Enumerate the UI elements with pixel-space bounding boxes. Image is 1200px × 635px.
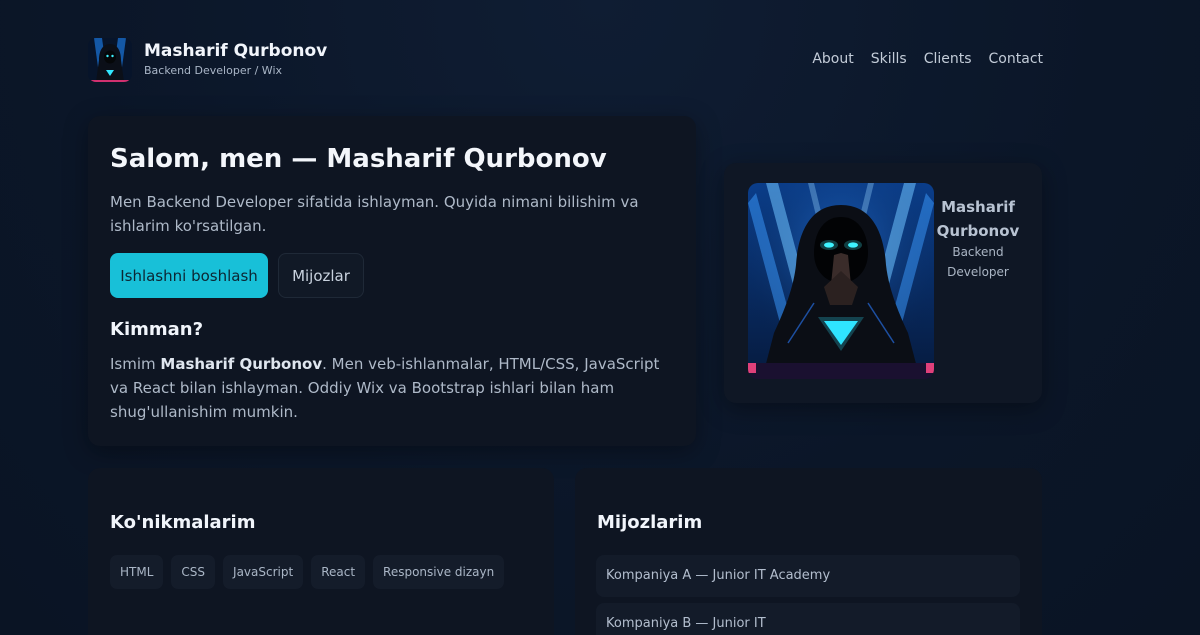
profile-photo: [748, 183, 934, 379]
start-working-button[interactable]: Ishlashni boshlash: [110, 253, 268, 298]
who-am-i-heading: Kimman?: [110, 319, 204, 340]
profile-card: Masharif Qurbonov Backend Developer: [724, 163, 1042, 403]
nav-link-skills[interactable]: Skills: [871, 51, 907, 67]
skill-chip-html: HTML: [110, 555, 164, 589]
skills-title: Ko'nikmalarim: [110, 512, 256, 533]
client-item: Kompaniya B — Junior IT: [596, 603, 1020, 635]
skill-chip-javascript: JavaScript: [223, 555, 304, 589]
nav-link-about[interactable]: About: [812, 51, 853, 67]
clients-button[interactable]: Mijozlar: [278, 253, 364, 298]
brand-name: Masharif Qurbonov: [144, 41, 328, 61]
hooded-figure-icon: [88, 38, 132, 82]
nav-link-contact[interactable]: Contact: [989, 51, 1043, 67]
clients-title: Mijozlarim: [597, 512, 703, 533]
hooded-hacker-icon: [748, 183, 934, 379]
main-nav: About Skills Clients Contact: [795, 51, 1043, 67]
client-item: Kompaniya A — Junior IT Academy: [596, 555, 1020, 597]
hero-card: Salom, men — Masharif Qurbonov Men Backe…: [88, 116, 696, 446]
page: Masharif Qurbonov Backend Developer / Wi…: [0, 0, 1200, 635]
brand-avatar: [88, 38, 132, 82]
header: Masharif Qurbonov Backend Developer / Wi…: [88, 38, 1043, 84]
clients-card: Mijozlarim Kompaniya A — Junior IT Acade…: [575, 468, 1042, 635]
nav-link-clients[interactable]: Clients: [924, 51, 972, 67]
brand-role: Backend Developer / Wix: [144, 64, 283, 77]
who-prefix: Ismim: [110, 355, 161, 373]
profile-name: Masharif Qurbonov: [936, 198, 1020, 240]
skill-chip-responsive: Responsive dizayn: [373, 555, 505, 589]
brand[interactable]: Masharif Qurbonov Backend Developer / Wi…: [88, 38, 327, 82]
profile-role: Backend Developer: [947, 245, 1009, 279]
skill-chip-react: React: [311, 555, 366, 589]
hero-description: Men Backend Developer sifatida ishlayman…: [110, 193, 639, 235]
skills-card: Ko'nikmalarim HTML CSS JavaScript React …: [88, 468, 554, 635]
skill-chip-css: CSS: [171, 555, 216, 589]
who-name: Masharif Qurbonov: [160, 355, 323, 373]
skills-list: HTML CSS JavaScript React Responsive diz…: [110, 555, 512, 589]
hero-title: Salom, men — Masharif Qurbonov: [110, 144, 607, 174]
who-am-i-text: Ismim Masharif Qurbonov. Men veb-ishlanm…: [110, 352, 680, 424]
